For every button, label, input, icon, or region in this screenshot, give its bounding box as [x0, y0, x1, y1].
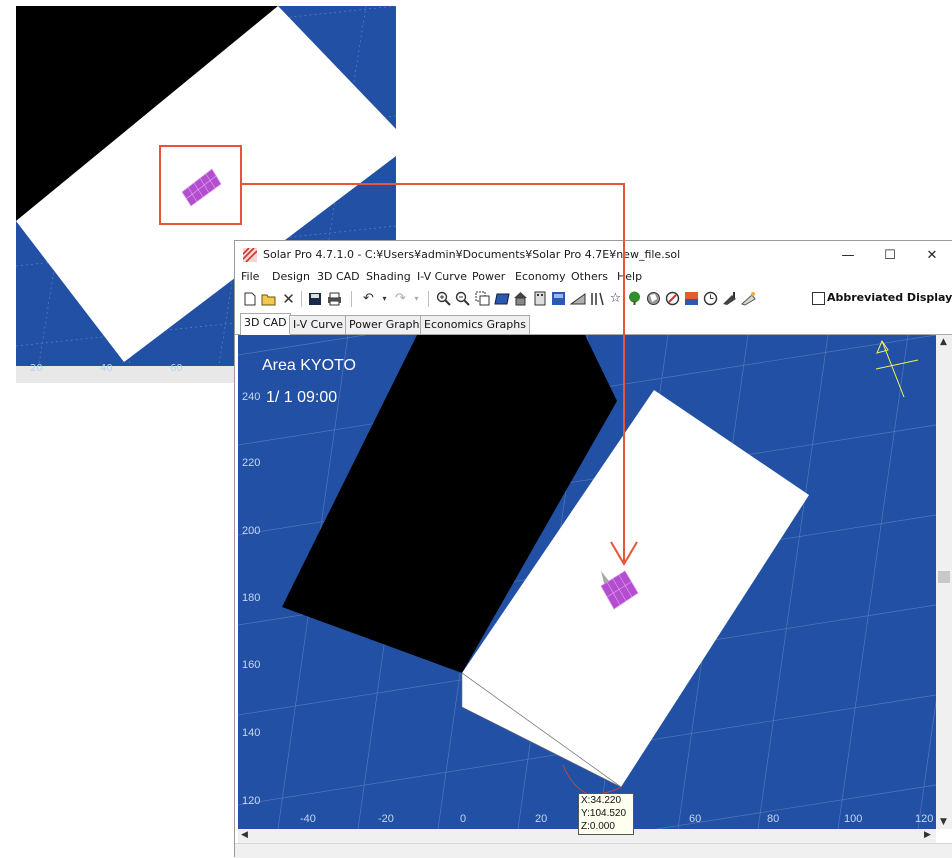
star-icon[interactable]: ☆ [607, 290, 624, 307]
globe-icon[interactable] [645, 290, 662, 307]
tab-strip: 3D CAD I-V Curve Power Graph Economics G… [235, 313, 952, 335]
north-compass-icon [875, 339, 919, 398]
y-axis-tick: 120 [242, 795, 261, 807]
menu-help[interactable]: Help [617, 270, 642, 283]
menu-3d-cad[interactable]: 3D CAD [317, 270, 360, 283]
menu-power[interactable]: Power [472, 270, 505, 283]
datetime-label: 1/ 1 09:00 [266, 389, 338, 406]
x-axis-tick: 20 [535, 813, 548, 825]
cad-scene[interactable] [238, 335, 936, 829]
x-axis-tick: 0 [460, 813, 467, 825]
y-axis-tick: 200 [242, 525, 261, 537]
zoom-in-icon[interactable] [435, 290, 452, 307]
x-axis-tick: 120 [915, 813, 934, 825]
menu-others[interactable]: Others [571, 270, 608, 283]
tooltip-y: Y:104.520 [581, 808, 627, 819]
x-axis-tick: 60 [689, 813, 702, 825]
x-axis-tick: 100 [844, 813, 863, 825]
inset-x-tick: 40 [100, 363, 113, 374]
vertical-scrollbar[interactable]: ▲ ▼ [936, 335, 952, 829]
redo-dropdown-icon[interactable]: ▾ [408, 290, 425, 307]
undo-icon[interactable]: ↶ [360, 290, 377, 307]
menu-design[interactable]: Design [272, 270, 310, 283]
title-bar: Solar Pro 4.7.1.0 - C:¥Users¥admin¥Docum… [235, 241, 952, 269]
x-axis-tick: -20 [378, 813, 394, 825]
tilt-angle-icon[interactable] [588, 290, 605, 307]
y-axis-tick: 140 [242, 727, 261, 739]
y-axis-tick: 220 [242, 457, 261, 469]
tooltip-x: X:34.220 [581, 795, 622, 806]
vertical-scroll-thumb[interactable] [938, 571, 950, 583]
clock-icon[interactable] [702, 290, 719, 307]
window-title: Solar Pro 4.7.1.0 - C:¥Users¥admin¥Docum… [263, 248, 681, 261]
abbreviated-display-label: Abbreviated Display [827, 291, 952, 304]
y-axis-tick: 180 [242, 592, 261, 604]
tab-3d-cad[interactable]: 3D CAD [240, 313, 291, 335]
app-logo-icon [243, 248, 257, 262]
building-icon[interactable] [531, 290, 548, 307]
roof-slope-icon[interactable] [569, 290, 586, 307]
open-folder-icon[interactable] [260, 290, 277, 307]
scroll-right-icon[interactable]: ▶ [924, 830, 931, 840]
scroll-left-icon[interactable]: ◀ [241, 830, 248, 840]
cad-viewport[interactable]: Area KYOTO 1/ 1 09:00 240 220 200 180 16… [238, 335, 936, 829]
x-axis-tick: -40 [300, 813, 316, 825]
y-axis-tick: 160 [242, 659, 261, 671]
save-icon[interactable] [306, 290, 323, 307]
menu-economy[interactable]: Economy [515, 270, 566, 283]
sunset-icon[interactable] [683, 290, 700, 307]
module-library-icon[interactable] [550, 290, 567, 307]
print-icon[interactable] [326, 290, 343, 307]
tab-economics-graphs[interactable]: Economics Graphs [420, 315, 530, 334]
menu-shading[interactable]: Shading [366, 270, 411, 283]
scroll-down-icon[interactable]: ▼ [940, 817, 947, 827]
close-button[interactable]: ✕ [911, 241, 952, 269]
fit-view-icon[interactable] [474, 290, 491, 307]
undo-dropdown-icon[interactable]: ▾ [376, 290, 393, 307]
zoom-out-icon[interactable] [454, 290, 471, 307]
abbreviated-display-checkbox[interactable] [812, 292, 825, 305]
scroll-up-icon[interactable]: ▲ [940, 337, 947, 347]
tab-iv-curve[interactable]: I-V Curve [289, 315, 348, 334]
tab-power-graph[interactable]: Power Graph [345, 315, 424, 334]
new-file-icon[interactable] [241, 290, 258, 307]
app-window: Solar Pro 4.7.1.0 - C:¥Users¥admin¥Docum… [234, 240, 952, 858]
menu-iv-curve[interactable]: I-V Curve [417, 270, 467, 283]
measure-icon[interactable] [721, 290, 738, 307]
area-label: Area KYOTO [262, 357, 356, 374]
tree-icon[interactable] [626, 290, 643, 307]
menu-file[interactable]: File [241, 270, 259, 283]
x-axis-tick: 80 [767, 813, 780, 825]
toolbar: ✕ ↶ ▾ ↷ ▾ ☆ Abbreviated Display [235, 287, 952, 311]
sun-path-icon[interactable] [740, 290, 757, 307]
maximize-button[interactable]: ☐ [869, 241, 911, 269]
compass-icon[interactable] [664, 290, 681, 307]
close-file-icon[interactable]: ✕ [280, 290, 297, 308]
inset-x-tick: 60 [170, 363, 183, 374]
menu-bar: File Design 3D CAD Shading I-V Curve Pow… [235, 269, 952, 287]
coordinate-tooltip: X:34.220 Y:104.520 Z:0.000 [578, 793, 634, 835]
minimize-button[interactable]: — [827, 241, 869, 269]
house-icon[interactable] [512, 290, 529, 307]
solar-panel-icon[interactable] [493, 290, 510, 307]
inset-x-tick: 20 [30, 363, 43, 374]
y-axis-tick: 240 [242, 391, 261, 403]
redo-icon[interactable]: ↷ [392, 290, 409, 307]
tooltip-z: Z:0.000 [581, 821, 615, 832]
